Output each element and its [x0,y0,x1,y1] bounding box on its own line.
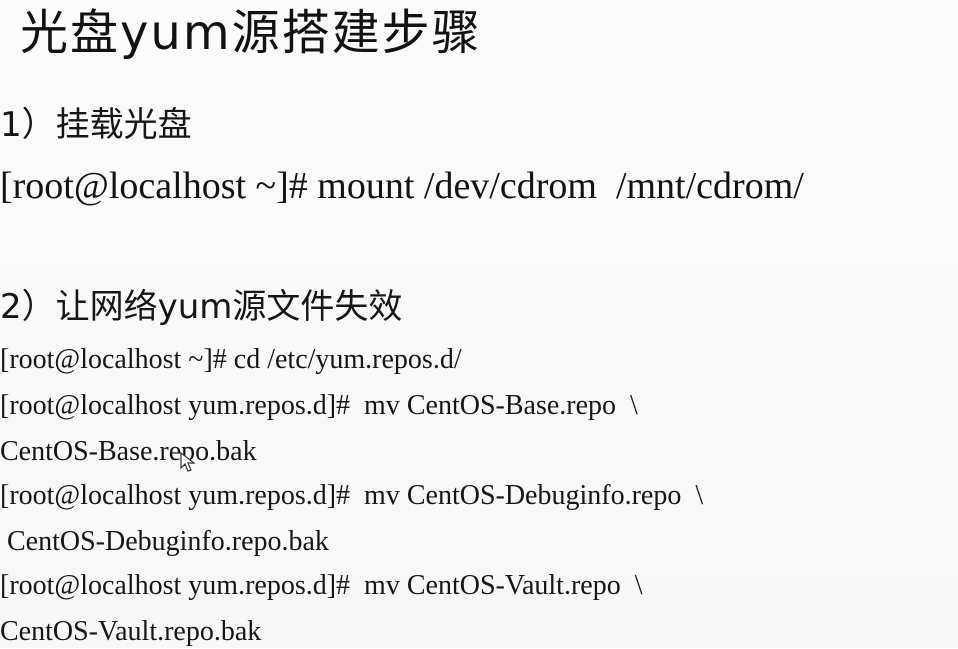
presentation-slide: 光盘yum源搭建步骤 1）挂载光盘 [root@localhost ~]# mo… [0,0,958,648]
slide-title: 光盘yum源搭建步骤 [20,5,482,61]
mount-command: [root@localhost ~]# mount /dev/cdrom /mn… [0,165,804,207]
command-line: [root@localhost yum.repos.d]# mv CentOS-… [0,480,704,511]
command-line: [root@localhost yum.repos.d]# mv CentOS-… [0,570,643,601]
mouse-pointer-icon [180,452,196,472]
step-2-heading: 2）让网络yum源文件失效 [0,287,403,327]
command-line: [root@localhost ~]# cd /etc/yum.repos.d/ [0,344,462,375]
command-line: CentOS-Base.repo.bak [0,436,257,467]
step-1-heading: 1）挂载光盘 [0,105,192,145]
command-line: CentOS-Vault.repo.bak [0,616,262,647]
command-line: [root@localhost yum.repos.d]# mv CentOS-… [0,390,638,421]
command-line: CentOS-Debuginfo.repo.bak [0,526,329,557]
